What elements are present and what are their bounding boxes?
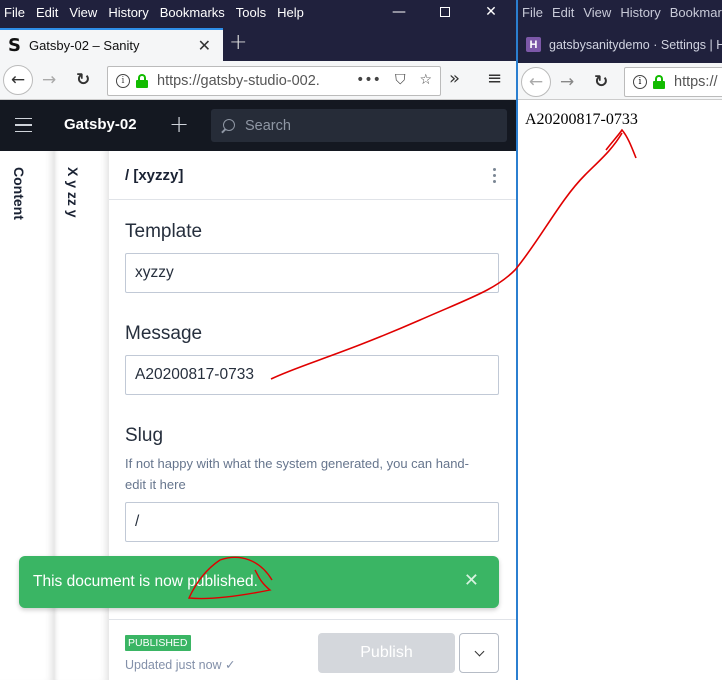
arrow-left-icon: ← <box>10 70 26 90</box>
double-chevron-icon: » <box>449 68 461 89</box>
back-button[interactable]: ← <box>521 67 551 97</box>
arrow-right-icon: → <box>42 70 57 90</box>
minimize-button[interactable]: — <box>376 0 422 24</box>
tab-strip: S Gatsby-02 – Sanity ✕ + <box>0 24 516 61</box>
app-menu-button[interactable]: ≡ <box>487 68 502 89</box>
close-tab-icon[interactable]: ✕ <box>198 36 211 56</box>
info-icon[interactable]: i <box>116 74 130 88</box>
reload-button[interactable]: ↻ <box>594 72 608 92</box>
menu-bar-right: File Edit View History Bookmark <box>518 0 722 24</box>
url-bar[interactable]: i https:// <box>624 67 722 97</box>
lock-icon <box>653 75 665 89</box>
search-placeholder: Search <box>245 117 291 134</box>
page-message-text: A20200817-0733 <box>525 111 638 128</box>
menu-edit[interactable]: Edit <box>36 5 58 20</box>
tab-gatsbysanitydemo[interactable]: H gatsbysanitydemo · Settings | H <box>526 37 722 52</box>
new-tab-button[interactable]: + <box>229 30 247 55</box>
menu-file[interactable]: File <box>522 5 543 20</box>
create-document-icon[interactable]: + <box>169 110 189 138</box>
url-bar[interactable]: i https://gatsby-studio-002. ••• ⛉ ☆ <box>107 66 441 96</box>
menu-edit[interactable]: Edit <box>552 5 574 20</box>
status-badge: PUBLISHED <box>125 635 191 651</box>
menu-history[interactable]: History <box>108 5 148 20</box>
kebab-menu-icon[interactable] <box>493 168 496 183</box>
nav-bar: ← → ↻ i https://gatsby-studio-002. ••• ⛉… <box>0 61 516 100</box>
menu-bookmarks[interactable]: Bookmarks <box>160 5 225 20</box>
menu-bookmarks[interactable]: Bookmark <box>670 5 722 20</box>
close-window-button[interactable]: ✕ <box>468 0 514 24</box>
more-actions-icon[interactable]: ••• <box>356 72 381 88</box>
document-header: / [xyzzy] <box>109 151 516 200</box>
close-toast-icon[interactable]: ✕ <box>464 570 479 591</box>
menu-tools[interactable]: Tools <box>236 5 266 20</box>
document-footer: PUBLISHED Updated just now ✓ Publish <box>109 619 516 680</box>
template-label: Template <box>125 221 203 242</box>
tab-title: gatsbysanitydemo · Settings | H <box>549 37 722 52</box>
back-button[interactable]: ← <box>3 65 33 95</box>
reload-icon: ↻ <box>76 70 91 90</box>
arrow-right-icon: → <box>560 72 575 92</box>
url-text: https://gatsby-studio-002. <box>157 73 320 89</box>
browser-window-studio: File Edit View History Bookmarks Tools H… <box>0 0 516 680</box>
reload-icon: ↻ <box>594 72 609 92</box>
pane-title-content: Content <box>11 167 27 220</box>
studio-brand[interactable]: Gatsby-02 <box>64 116 137 133</box>
menu-history[interactable]: History <box>620 5 660 20</box>
template-input[interactable]: xyzzy <box>125 253 499 293</box>
info-icon[interactable]: i <box>633 75 647 89</box>
heroku-favicon-icon: H <box>526 37 541 52</box>
overflow-button[interactable]: » <box>449 68 460 89</box>
hamburger-menu-icon[interactable] <box>15 118 32 132</box>
search-input[interactable]: Search <box>211 109 507 142</box>
menu-help[interactable]: Help <box>277 5 304 20</box>
close-icon: ✕ <box>485 4 497 20</box>
sanity-favicon-icon: S <box>8 35 21 56</box>
slug-input[interactable]: / <box>125 502 499 542</box>
reload-button[interactable]: ↻ <box>76 70 90 90</box>
menu-view[interactable]: View <box>583 5 611 20</box>
tab-gatsby-sanity[interactable]: S Gatsby-02 – Sanity ✕ <box>0 28 223 61</box>
maximize-icon <box>440 7 450 17</box>
arrow-left-icon: ← <box>528 72 544 92</box>
forward-button[interactable]: → <box>560 72 574 92</box>
menu-file[interactable]: File <box>4 5 25 20</box>
bookmark-star-icon[interactable]: ☆ <box>419 72 432 88</box>
lock-icon <box>136 74 148 88</box>
browser-window-site: File Edit View History Bookmark H gatsby… <box>516 0 722 680</box>
nav-bar-right: ← → ↻ i https:// <box>518 63 722 100</box>
slug-description: If not happy with what the system genera… <box>125 456 469 492</box>
forward-button[interactable]: → <box>42 70 56 90</box>
toast-message: This document is now published. <box>33 573 258 590</box>
document-title: / [xyzzy] <box>125 166 184 184</box>
url-text: https:// <box>674 74 718 90</box>
minimize-icon: — <box>392 4 406 20</box>
tab-strip-right: H gatsbysanitydemo · Settings | H <box>518 24 722 63</box>
menu-view[interactable]: View <box>69 5 97 20</box>
hamburger-icon: ≡ <box>487 68 503 89</box>
published-toast: This document is now published. ✕ <box>19 556 499 608</box>
tab-title: Gatsby-02 – Sanity <box>28 38 140 53</box>
publish-button[interactable]: Publish <box>318 633 455 673</box>
document-actions-dropdown[interactable] <box>459 633 499 673</box>
maximize-button[interactable] <box>422 0 468 24</box>
pocket-icon[interactable]: ⛉ <box>395 72 406 88</box>
search-icon <box>221 118 235 133</box>
updated-status: Updated just now ✓ <box>125 658 236 672</box>
message-label: Message <box>125 323 203 344</box>
slug-label: Slug <box>125 425 164 446</box>
chevron-down-icon <box>474 646 484 656</box>
message-input[interactable]: A20200817-0733 <box>125 355 499 395</box>
studio-navbar: Gatsby-02 + Search <box>0 100 516 151</box>
pane-title-xyzzy: X y zz y <box>65 167 81 218</box>
